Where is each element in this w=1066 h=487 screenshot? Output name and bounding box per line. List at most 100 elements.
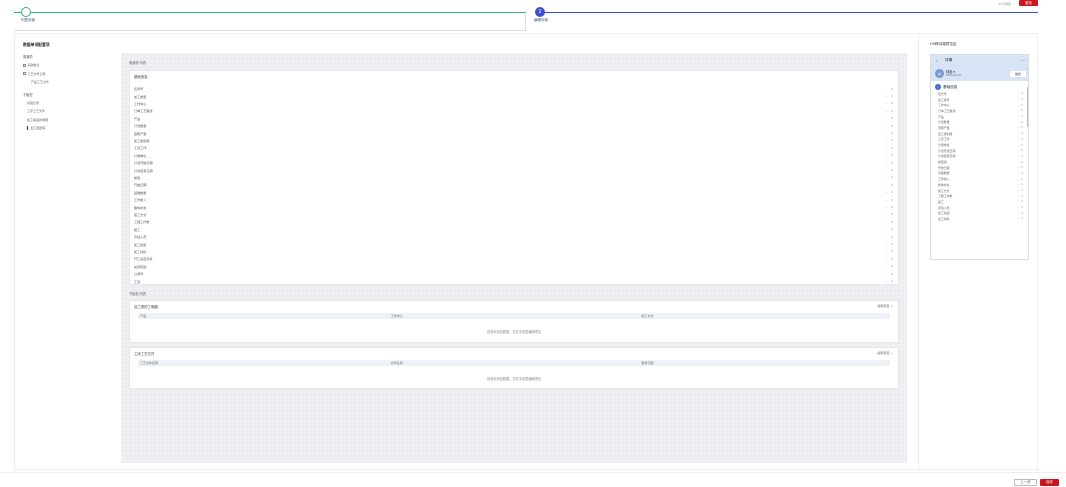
- field-ops-icon[interactable]: — ⇅: [1017, 212, 1023, 215]
- field-row[interactable]: 加工班组 — ⇅: [134, 240, 894, 247]
- field-ops-icon[interactable]: — ⇅: [885, 264, 894, 268]
- field-ops-icon[interactable]: — ⇅: [885, 235, 894, 239]
- checkbox-icon[interactable]: [23, 72, 26, 76]
- sidebar-item-product-file[interactable]: 产品工艺文件: [23, 78, 119, 87]
- field-row[interactable]: 计划数量 — ⇅: [134, 122, 894, 129]
- field-row[interactable]: 工作中心 — ⇅: [134, 100, 894, 107]
- prev-step-button[interactable]: 上一步: [1014, 479, 1037, 486]
- field-ops-icon[interactable]: — ⇅: [1017, 138, 1023, 141]
- field-ops-icon[interactable]: — ⇅: [885, 146, 894, 150]
- field-ops-icon[interactable]: — ⇅: [1017, 115, 1023, 118]
- field-row[interactable]: 工序工作 — ⇅: [134, 144, 894, 151]
- step-1-label[interactable]: 列表页面: [21, 18, 35, 23]
- field-ops-icon[interactable]: — ⇅: [885, 109, 894, 113]
- field-ops-icon[interactable]: — ⇅: [1017, 206, 1023, 209]
- field-row[interactable]: 计量单位 — ⇅: [134, 152, 894, 159]
- field-row[interactable]: 计划结束日期 — ⇅: [134, 166, 894, 173]
- step-indicator: 2 列表页面 编辑页面: [14, 6, 1038, 31]
- field-ops-icon[interactable]: — ⇅: [1017, 172, 1023, 175]
- field-row[interactable]: 工序 — ⇅: [134, 277, 894, 284]
- field-ops-icon[interactable]: — ⇅: [1017, 178, 1023, 181]
- field-row[interactable]: 计划开始日期 — ⇅: [134, 159, 894, 166]
- field-ops-icon[interactable]: — ⇅: [1017, 109, 1023, 112]
- field-ops-icon[interactable]: — ⇅: [885, 272, 894, 276]
- step-1-circle-icon[interactable]: [21, 7, 31, 17]
- field-ops-icon[interactable]: — ⇅: [885, 183, 894, 187]
- field-ops-icon[interactable]: — ⇅: [1017, 155, 1023, 158]
- field-ops-icon[interactable]: — ⇅: [885, 220, 894, 224]
- field-ops-icon[interactable]: — ⇅: [1017, 217, 1023, 220]
- more-icon[interactable]: ···: [1021, 58, 1026, 63]
- field-ops-icon[interactable]: — ⇅: [885, 116, 894, 120]
- field-ops-icon[interactable]: — ⇅: [1017, 195, 1023, 198]
- field-ops-icon[interactable]: — ⇅: [885, 198, 894, 202]
- field-ops-icon[interactable]: — ⇅: [885, 190, 894, 194]
- field-ops-icon[interactable]: — ⇅: [885, 279, 894, 283]
- field-ops-icon[interactable]: — ⇅: [885, 101, 894, 105]
- field-ops-icon[interactable]: — ⇅: [885, 205, 894, 209]
- field-ops-icon[interactable]: — ⇅: [885, 94, 894, 98]
- edit-items-link[interactable]: 编辑项目 >: [878, 351, 893, 355]
- field-ops-icon[interactable]: — ⇅: [885, 242, 894, 246]
- field-ops-icon[interactable]: — ⇅: [885, 131, 894, 135]
- field-ops-icon[interactable]: — ⇅: [1017, 144, 1023, 147]
- chevron-left-icon[interactable]: ‹: [936, 58, 938, 63]
- edit-items-link[interactable]: 编辑项目 >: [878, 304, 893, 308]
- field-row[interactable]: 基础数量 — ⇅: [134, 189, 894, 196]
- field-ops-icon[interactable]: — ⇅: [1017, 200, 1023, 203]
- field-ops-icon[interactable]: — ⇅: [1017, 132, 1023, 135]
- field-row[interactable]: 产品 — ⇅: [134, 115, 894, 122]
- field-ops-icon[interactable]: — ⇅: [885, 227, 894, 231]
- field-row[interactable]: 报工 — ⇅: [134, 226, 894, 233]
- field-row[interactable]: 关闭原因 — ⇅: [134, 263, 894, 270]
- field-ops-icon[interactable]: — ⇅: [1017, 166, 1023, 169]
- save-button[interactable]: 保存: [1040, 479, 1059, 486]
- field-row[interactable]: 整体状态 — ⇅: [134, 203, 894, 210]
- field-ops-icon[interactable]: — ⇅: [1017, 126, 1023, 129]
- field-ops-icon[interactable]: — ⇅: [1017, 161, 1023, 164]
- checkbox-icon[interactable]: [23, 63, 26, 67]
- field-row[interactable]: 开工后自然系 — ⇅: [134, 255, 894, 262]
- phone-field-row[interactable]: 加工材料 — ⇅: [935, 216, 1026, 222]
- field-ops-icon[interactable]: — ⇅: [885, 175, 894, 179]
- field-ops-icon[interactable]: — ⇅: [885, 153, 894, 157]
- field-row[interactable]: 工作类入 — ⇅: [134, 196, 894, 203]
- field-ops-icon[interactable]: — ⇅: [885, 257, 894, 261]
- sidebar-item-drawing-lib[interactable]: 加工图纸库: [23, 124, 119, 133]
- field-row[interactable]: 任务号 — ⇅: [134, 85, 894, 92]
- field-ops-icon[interactable]: — ⇅: [1017, 183, 1023, 186]
- field-ops-icon[interactable]: — ⇅: [1017, 149, 1023, 152]
- field-ops-icon[interactable]: — ⇅: [885, 87, 894, 91]
- field-row[interactable]: 首刷产量 — ⇅: [134, 129, 894, 136]
- field-ops-icon[interactable]: — ⇅: [1017, 98, 1023, 101]
- field-ops-icon[interactable]: — ⇅: [885, 138, 894, 142]
- field-row[interactable]: 类型 — ⇅: [134, 174, 894, 181]
- field-ops-icon[interactable]: — ⇅: [885, 168, 894, 172]
- sidebar-item-basic-record[interactable]: 基础记录: [23, 99, 119, 108]
- field-row[interactable]: 公用号 — ⇅: [134, 270, 894, 277]
- field-ops-icon[interactable]: — ⇅: [1017, 121, 1023, 124]
- field-ops-icon[interactable]: — ⇅: [885, 124, 894, 128]
- field-ops-icon[interactable]: — ⇅: [885, 212, 894, 216]
- step-2-label[interactable]: 编辑页面: [534, 18, 548, 23]
- field-row[interactable]: 加工类别组 — ⇅: [134, 137, 894, 144]
- field-ops-icon[interactable]: — ⇅: [1017, 92, 1023, 95]
- sidebar-item-process-file[interactable]: 工艺文件记录: [23, 70, 119, 79]
- field-row[interactable]: 开始日期 — ⇅: [134, 181, 894, 188]
- step-2-circle[interactable]: 2: [535, 7, 545, 17]
- sidebar-item-basic[interactable]: 基础信息: [23, 61, 119, 70]
- field-row[interactable]: 工程工作类 — ⇅: [134, 218, 894, 225]
- field-row[interactable]: 加工材料 — ⇅: [134, 248, 894, 255]
- field-row[interactable]: 施工方式 — ⇅: [134, 211, 894, 218]
- field-ops-icon[interactable]: — ⇅: [1017, 189, 1023, 192]
- field-row[interactable]: 评估人员 — ⇅: [134, 233, 894, 240]
- field-ops-icon[interactable]: — ⇅: [885, 249, 894, 253]
- scrollbar[interactable]: [1026, 87, 1028, 127]
- user-action-button[interactable]: 推送: [1010, 71, 1026, 77]
- field-row[interactable]: 订单工艺路线 — ⇅: [134, 107, 894, 114]
- field-ops-icon[interactable]: — ⇅: [1017, 104, 1023, 107]
- field-row[interactable]: 加工类型 — ⇅: [134, 92, 894, 99]
- sidebar-item-precision-detail[interactable]: 加工精度的明细: [23, 116, 119, 125]
- field-ops-icon[interactable]: — ⇅: [885, 161, 894, 165]
- sidebar-item-operation-file[interactable]: 工序工艺文件: [23, 107, 119, 116]
